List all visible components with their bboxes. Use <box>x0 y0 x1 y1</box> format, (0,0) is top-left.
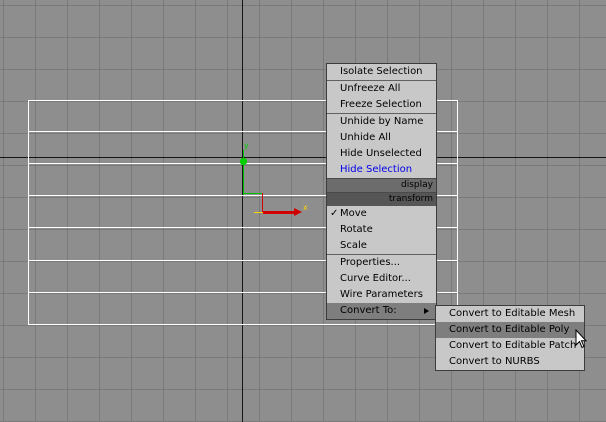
checkmark-icon: ✓ <box>330 208 339 219</box>
menu-item-label: Unfreeze All <box>340 83 401 94</box>
menu-item-label: Unhide All <box>340 132 391 143</box>
quad-menu: Isolate Selection Unfreeze All Freeze Se… <box>326 63 437 320</box>
menu-item-label: Curve Editor... <box>340 273 411 284</box>
menu-item-label: Convert to Editable Patch <box>449 340 577 351</box>
perspective-viewport[interactable]: y x Isolate Selection Unfreeze All Freez… <box>0 0 606 422</box>
menu-item-convert-to[interactable]: Convert To: <box>327 303 436 319</box>
menu-item-scale[interactable]: Scale <box>327 238 436 254</box>
menu-item-move[interactable]: ✓ Move <box>327 206 436 222</box>
menu-item-label: Properties... <box>340 257 401 268</box>
menu-item-unfreeze-all[interactable]: Unfreeze All <box>327 81 436 97</box>
menu-item-rotate[interactable]: Rotate <box>327 222 436 238</box>
menu-item-label: Hide Selection <box>340 164 413 175</box>
menu-item-label: Wire Parameters <box>340 289 423 300</box>
gizmo-x-axis[interactable] <box>263 211 295 214</box>
quad-header-display: display <box>327 178 436 192</box>
gizmo-plane-handle-h[interactable] <box>243 193 263 194</box>
convert-to-submenu: Convert to Editable Mesh Convert to Edit… <box>435 305 585 371</box>
menu-item-label: Isolate Selection <box>340 66 423 77</box>
submenu-item-editable-patch[interactable]: Convert to Editable Patch <box>436 338 584 354</box>
menu-item-wire-parameters[interactable]: Wire Parameters <box>327 287 436 303</box>
gizmo-y-handle[interactable] <box>240 158 247 165</box>
menu-item-curve-editor[interactable]: Curve Editor... <box>327 271 436 287</box>
menu-item-unhide-by-name[interactable]: Unhide by Name <box>327 114 436 130</box>
menu-item-isolate-selection[interactable]: Isolate Selection <box>327 64 436 80</box>
menu-item-unhide-all[interactable]: Unhide All <box>327 130 436 146</box>
gizmo-x-arrow-icon[interactable] <box>294 208 302 216</box>
menu-item-label: Unhide by Name <box>340 116 424 127</box>
menu-item-label: Scale <box>340 240 367 251</box>
submenu-item-editable-poly[interactable]: Convert to Editable Poly <box>436 322 584 338</box>
menu-item-label: Move <box>340 208 367 219</box>
menu-item-label: Convert to Editable Mesh <box>449 308 576 319</box>
submenu-arrow-icon <box>424 308 429 314</box>
mouse-pointer-icon <box>575 329 587 349</box>
menu-item-hide-selection[interactable]: Hide Selection <box>327 162 436 178</box>
submenu-item-editable-mesh[interactable]: Convert to Editable Mesh <box>436 306 584 322</box>
gizmo-y-axis[interactable] <box>243 150 244 195</box>
gizmo-y-label: y <box>244 141 249 150</box>
menu-item-hide-unselected[interactable]: Hide Unselected <box>327 146 436 162</box>
menu-item-label: Hide Unselected <box>340 148 422 159</box>
menu-item-label: Convert To: <box>340 305 397 316</box>
gizmo-plane-handle-v[interactable] <box>262 193 263 212</box>
menu-item-freeze-selection[interactable]: Freeze Selection <box>327 97 436 113</box>
menu-item-label: Convert to Editable Poly <box>449 324 570 335</box>
gizmo-x-label: x <box>303 203 308 212</box>
submenu-item-nurbs[interactable]: Convert to NURBS <box>436 354 584 370</box>
menu-item-label: Rotate <box>340 224 373 235</box>
quad-header-transform: transform <box>327 192 436 206</box>
menu-item-properties[interactable]: Properties... <box>327 255 436 271</box>
menu-item-label: Freeze Selection <box>340 99 422 110</box>
menu-item-label: Convert to NURBS <box>449 356 540 367</box>
